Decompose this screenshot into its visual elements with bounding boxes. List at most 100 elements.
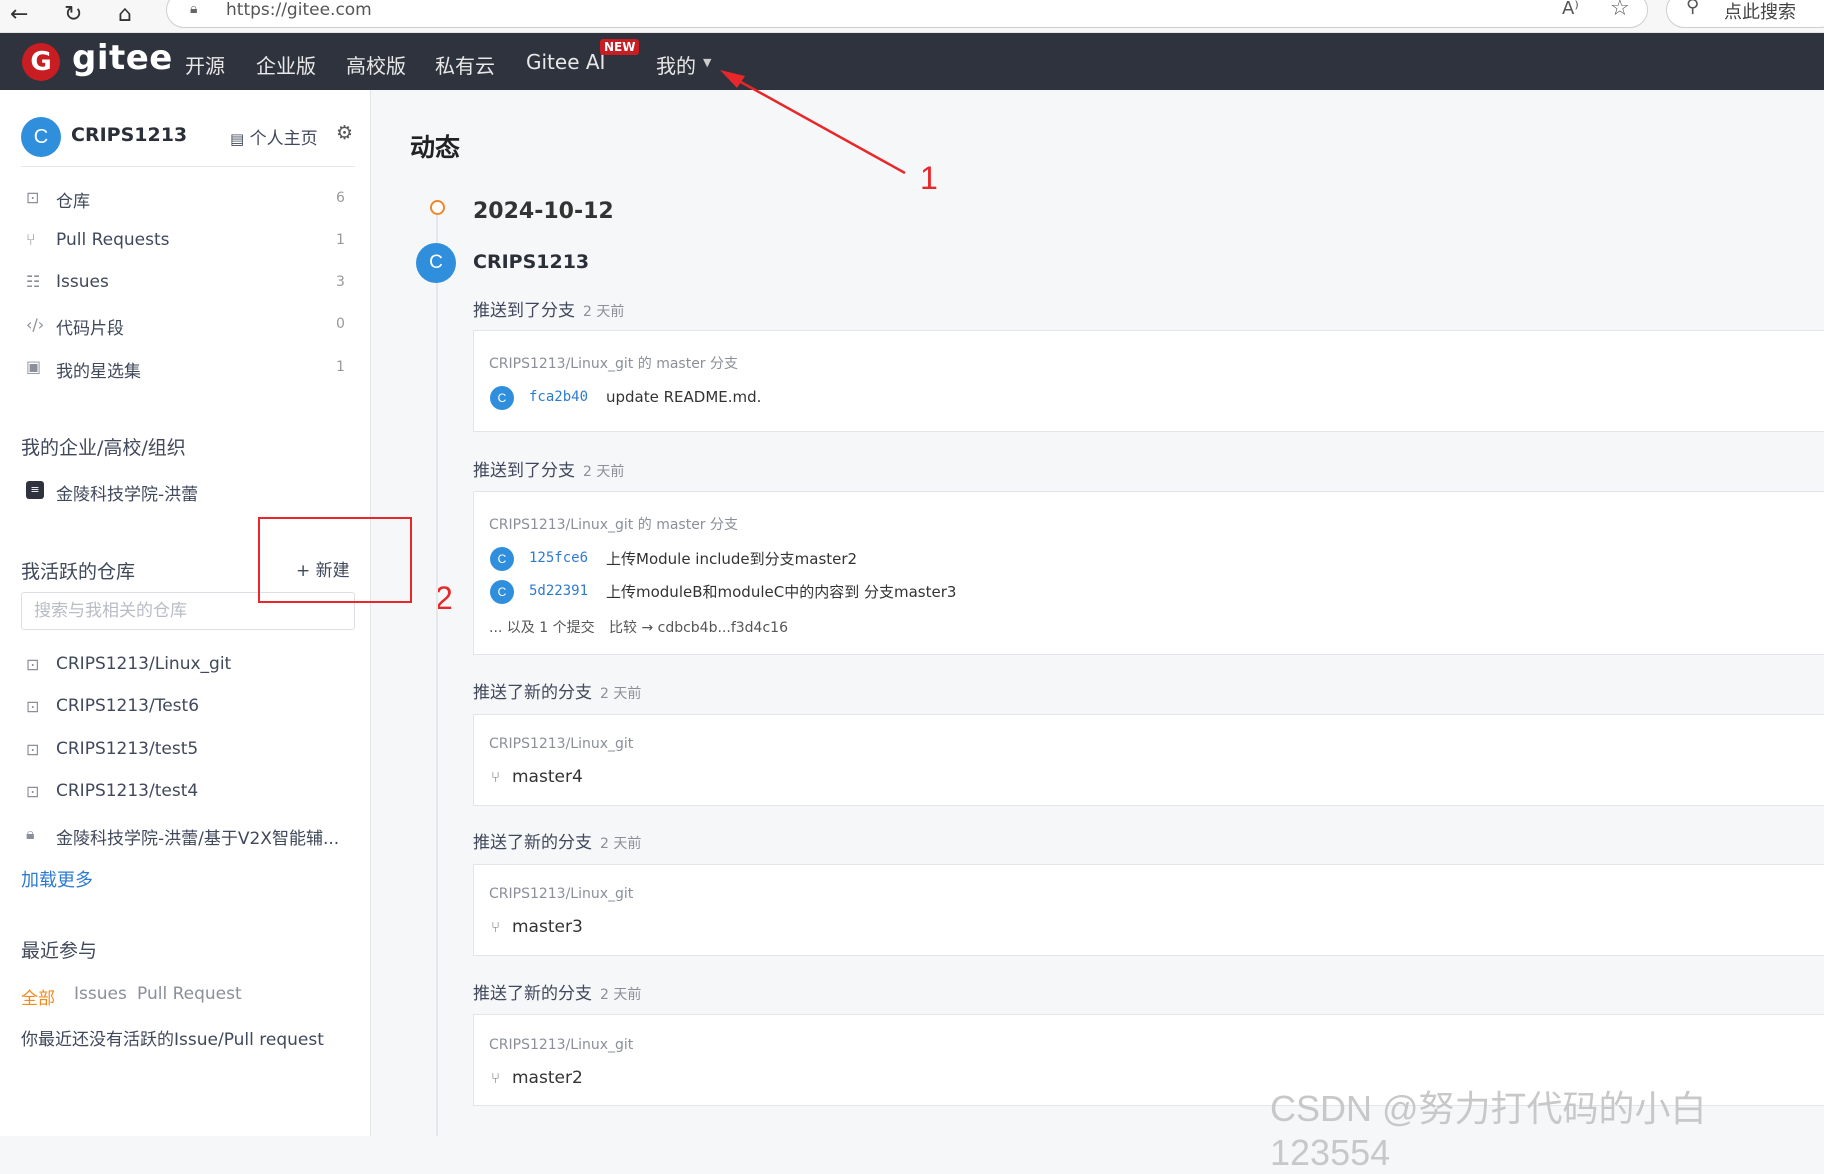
- gitee-logo-text[interactable]: gitee: [72, 38, 173, 78]
- feed-user-name[interactable]: CRIPS1213: [473, 251, 589, 273]
- issues-icon: ☷: [26, 272, 41, 291]
- commit-author-avatar[interactable]: C: [490, 386, 514, 410]
- commit-author-avatar[interactable]: C: [490, 547, 514, 571]
- more-commits-text: ... 以及 1 个提交: [489, 620, 595, 636]
- commit-sha-link[interactable]: 125fce6: [529, 550, 588, 566]
- favorite-star-icon[interactable]: ☆: [1610, 0, 1630, 21]
- event-action: 推送了新的分支: [473, 833, 592, 853]
- new-badge: NEW: [600, 39, 640, 55]
- code-icon: ‹/›: [26, 315, 45, 334]
- feed-user-avatar[interactable]: C: [416, 243, 456, 283]
- tab-all[interactable]: 全部: [21, 984, 55, 1009]
- event-repo-link[interactable]: CRIPS1213/Linux_git 的 master 分支: [489, 514, 738, 534]
- event-time: 2 天前: [600, 836, 642, 852]
- commit-message: update README.md.: [606, 388, 762, 406]
- home-icon[interactable]: ⌂: [118, 2, 132, 27]
- reload-icon[interactable]: ↻: [64, 2, 82, 27]
- event-header: 推送了新的分支 2 天前: [473, 678, 641, 703]
- event-action: 推送到了分支: [473, 461, 575, 481]
- org-link[interactable]: 金陵科技学院-洪蕾: [56, 480, 198, 505]
- pull-request-icon: ⑂: [26, 230, 36, 249]
- user-avatar[interactable]: C: [21, 117, 61, 157]
- caret-down-icon[interactable]: ▼: [703, 56, 711, 69]
- branch-icon: ⑂: [491, 1069, 501, 1087]
- nav-mine[interactable]: 我的: [656, 50, 696, 79]
- event-repo-link[interactable]: CRIPS1213/Linux_git: [489, 1037, 633, 1053]
- commit-sha-link[interactable]: 5d22391: [529, 583, 588, 599]
- commit-sha-link[interactable]: fca2b40: [529, 389, 588, 405]
- read-aloud-icon[interactable]: A⁾: [1562, 0, 1579, 19]
- repo-link-linux-git[interactable]: CRIPS1213/Linux_git: [56, 654, 231, 674]
- repo-icon: ⊡: [26, 740, 40, 759]
- nav-enterprise[interactable]: 企业版: [256, 50, 316, 79]
- profile-link[interactable]: ▤ 个人主页: [230, 124, 318, 149]
- search-icon[interactable]: ⚲: [1686, 0, 1699, 17]
- url-text[interactable]: https://gitee.com: [226, 0, 372, 20]
- event-action: 推送到了分支: [473, 301, 575, 321]
- lock-icon: 🔒︎: [26, 824, 35, 843]
- timeline-line: [436, 215, 438, 1136]
- commit-author-avatar[interactable]: C: [490, 580, 514, 604]
- annotation-box: [258, 517, 412, 603]
- sidebar-item-code-snippets[interactable]: 代码片段: [56, 314, 124, 339]
- event-repo-link[interactable]: CRIPS1213/Linux_git: [489, 886, 633, 902]
- gitee-logo-icon[interactable]: G: [22, 43, 60, 81]
- event-time: 2 天前: [583, 304, 625, 320]
- sidebar-item-star-collection[interactable]: 我的星选集: [56, 357, 141, 382]
- sidebar-divider: [21, 166, 355, 167]
- branch-link[interactable]: master4: [512, 767, 583, 787]
- event-time: 2 天前: [600, 686, 642, 702]
- branch-icon: ⑂: [491, 768, 501, 786]
- branch-link[interactable]: master2: [512, 1068, 583, 1088]
- annotation-number-1: 1: [920, 160, 938, 196]
- repo-link-test5[interactable]: CRIPS1213/test5: [56, 739, 198, 759]
- no-activity-text: 你最近还没有活跃的Issue/Pull request: [21, 1030, 324, 1050]
- repo-icon: ⊡: [26, 188, 40, 207]
- repo-icon: ⊡: [26, 655, 40, 674]
- pull-requests-count: 1: [336, 232, 345, 248]
- event-card: [473, 330, 1824, 432]
- org-heading: 我的企业/高校/组织: [21, 437, 186, 459]
- repo-link-v2x[interactable]: 金陵科技学院-洪蕾/基于V2X智能辅...: [56, 824, 339, 849]
- back-arrow-icon[interactable]: ←: [10, 2, 28, 27]
- sidebar-item-pull-requests[interactable]: Pull Requests: [56, 230, 170, 250]
- nav-education[interactable]: 高校版: [346, 50, 406, 79]
- csdn-watermark: CSDN @努力打代码的小白123554: [1270, 1088, 1707, 1173]
- tab-issues[interactable]: Issues: [74, 984, 127, 1004]
- load-more-link[interactable]: 加载更多: [21, 866, 93, 892]
- profile-link-label: 个人主页: [249, 129, 318, 149]
- branch-link[interactable]: master3: [512, 917, 583, 937]
- commit-message: 上传moduleB和moduleC中的内容到 分支master3: [606, 583, 957, 601]
- user-name-link[interactable]: CRIPS1213: [71, 124, 187, 146]
- nav-open-source[interactable]: 开源: [185, 50, 225, 79]
- event-card: [473, 714, 1824, 806]
- code-snippets-count: 0: [336, 316, 345, 332]
- timeline-dot-icon: [430, 200, 445, 215]
- star-collection-count: 1: [336, 359, 345, 375]
- event-action: 推送了新的分支: [473, 984, 592, 1004]
- nav-private-cloud[interactable]: 私有云: [435, 50, 495, 79]
- event-header: 推送了新的分支 2 天前: [473, 979, 641, 1004]
- sidebar-item-issues[interactable]: Issues: [56, 272, 109, 292]
- event-repo-link[interactable]: CRIPS1213/Linux_git 的 master 分支: [489, 353, 738, 373]
- org-icon: ≡: [26, 481, 44, 499]
- nav-gitee-ai[interactable]: Gitee AI: [526, 50, 605, 74]
- star-collection-icon: ▣: [26, 357, 42, 376]
- active-repos-heading: 我活跃的仓库: [21, 561, 136, 583]
- address-bar[interactable]: [166, 0, 1648, 28]
- repo-icon: ⊡: [26, 782, 40, 801]
- compare-link[interactable]: 比较 → cdbcb4b...f3d4c16: [609, 617, 788, 637]
- branch-icon: ⑂: [491, 918, 501, 936]
- repos-count: 6: [336, 190, 345, 206]
- commit-message: 上传Module include到分支master2: [606, 550, 858, 568]
- tab-pull-request[interactable]: Pull Request: [137, 984, 242, 1004]
- gear-icon[interactable]: ⚙: [336, 122, 353, 144]
- browser-search-text[interactable]: 点此搜索: [1724, 0, 1796, 24]
- repo-link-test4[interactable]: CRIPS1213/test4: [56, 781, 198, 801]
- lock-icon[interactable]: 🔒︎: [190, 1, 197, 17]
- issues-count: 3: [336, 274, 345, 290]
- sidebar-item-repos[interactable]: 仓库: [56, 187, 90, 212]
- event-header: 推送到了分支 2 天前: [473, 456, 624, 481]
- repo-link-test6[interactable]: CRIPS1213/Test6: [56, 696, 199, 716]
- event-repo-link[interactable]: CRIPS1213/Linux_git: [489, 736, 633, 752]
